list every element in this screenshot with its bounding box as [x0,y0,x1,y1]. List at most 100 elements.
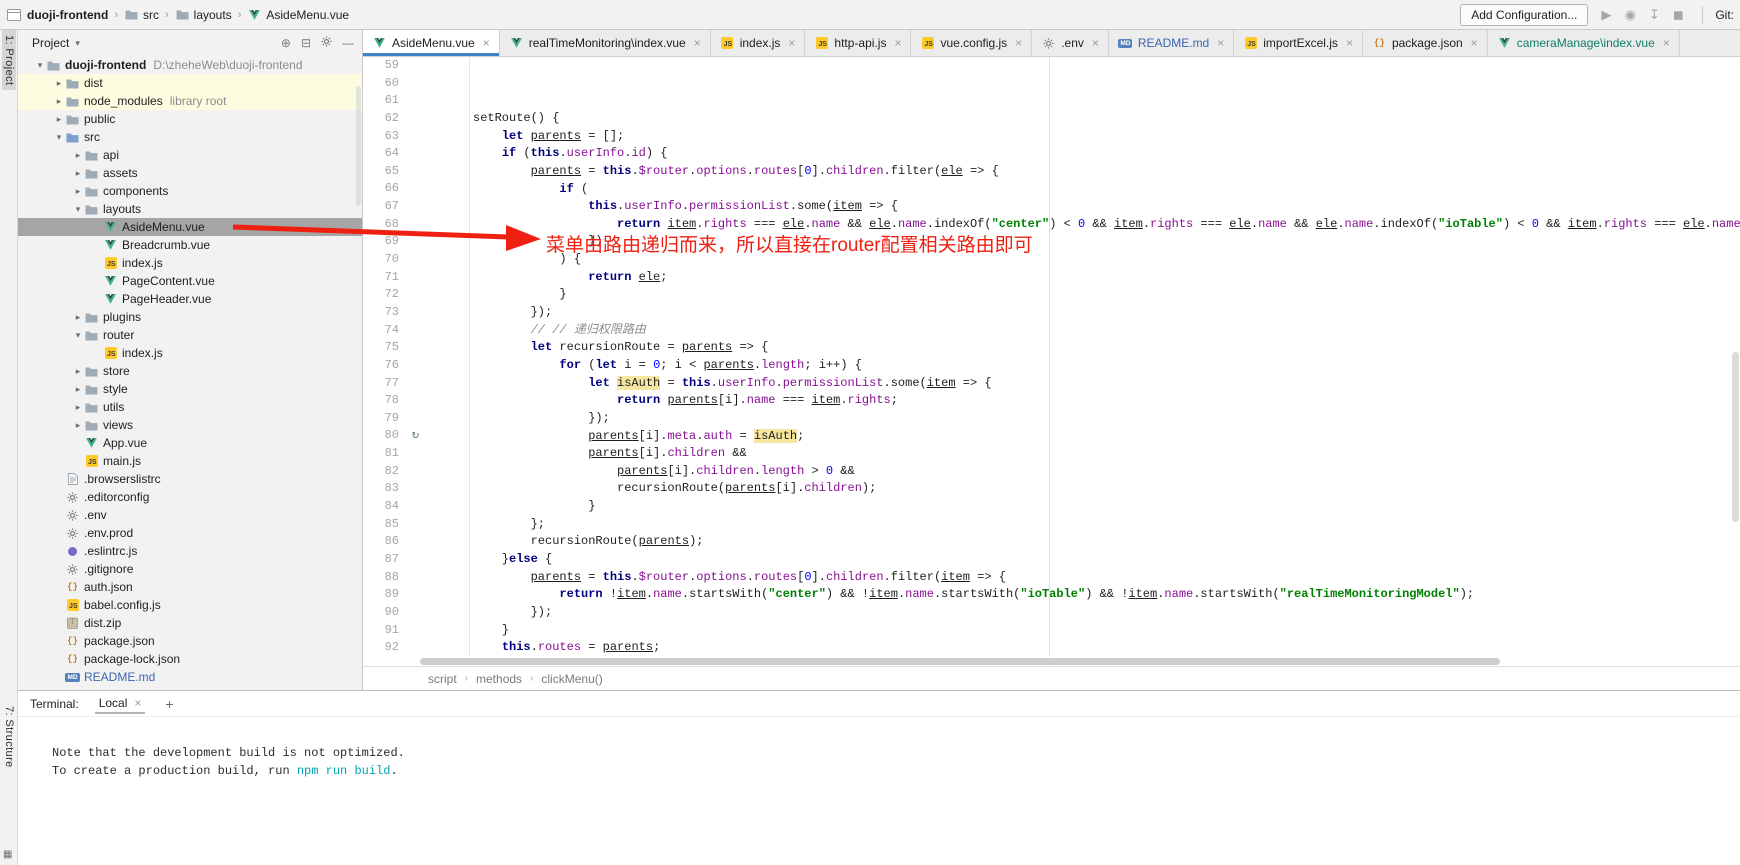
code-line-68[interactable]: return ele; [473,269,1740,287]
code-line-87[interactable]: }); [473,604,1740,622]
tab-http-api-js[interactable]: JShttp-api.js× [805,30,911,56]
code-line-69[interactable]: } [473,286,1740,304]
chevron-right-icon[interactable]: ▸ [72,384,84,395]
new-terminal-button[interactable]: + [161,696,177,712]
gutter-line-79[interactable]: 79 [363,410,469,428]
gutter-line-86[interactable]: 86 [363,533,469,551]
debug-icon[interactable]: ◉ [1618,7,1642,23]
chevron-right-icon[interactable]: ▸ [72,150,84,161]
gutter-line-71[interactable]: 71 [363,269,469,287]
hide-icon[interactable]: — [342,36,354,50]
tab-env[interactable]: .env× [1032,30,1109,56]
tree-item-style[interactable]: ▸style [18,380,362,398]
code-line-83[interactable]: recursionRoute(parents); [473,533,1740,551]
code-line-89[interactable]: this.routes = parents; [473,639,1740,657]
tool-window-button-structure[interactable]: 7: Structure [2,701,16,773]
gutter-line-69[interactable]: 69 [363,233,469,251]
code-line-85[interactable]: parents = this.$router.options.routes[0]… [473,569,1740,587]
tree-item-src[interactable]: ▾src [18,128,362,146]
tree-item-editorconfig[interactable]: .editorconfig [18,488,362,506]
locate-icon[interactable]: ⊕ [281,36,291,50]
close-icon[interactable]: × [894,36,901,50]
add-configuration-button[interactable]: Add Configuration... [1460,4,1588,26]
chevron-right-icon[interactable]: ▸ [72,186,84,197]
tab-realtimemonitoring-index-vue[interactable]: realTimeMonitoring\index.vue× [500,30,711,56]
code-line-81[interactable]: } [473,498,1740,516]
tab-vue-config-js[interactable]: JSvue.config.js× [911,30,1032,56]
tree-item-api[interactable]: ▸api [18,146,362,164]
tree-item-node-modules[interactable]: ▸node_moduleslibrary root [18,92,362,110]
gutter-line-59[interactable]: 59 [363,57,469,75]
gutter-line-61[interactable]: 61 [363,92,469,110]
chevron-right-icon[interactable]: ▸ [53,114,65,125]
chevron-down-icon[interactable]: ▾ [34,60,46,71]
chevron-down-icon[interactable]: ▾ [72,204,84,215]
code-line-65[interactable]: return item.rights === ele.name && ele.n… [473,216,1740,234]
tree-item-eslintrc-js[interactable]: .eslintrc.js [18,542,362,560]
tab-package-json[interactable]: {}package.json× [1363,30,1488,56]
tool-window-button-project[interactable]: 1: Project [2,30,16,90]
chevron-down-icon[interactable]: ▾ [53,132,65,143]
gutter-line-60[interactable]: 60 [363,75,469,93]
code-line-74[interactable]: let isAuth = this.userInfo.permissionLis… [473,375,1740,393]
tree-item-main-js[interactable]: JSmain.js [18,452,362,470]
tree-item-app-vue[interactable]: App.vue [18,434,362,452]
gutter-line-74[interactable]: 74 [363,322,469,340]
gutter-line-72[interactable]: 72 [363,286,469,304]
tree-item-plugins[interactable]: ▸plugins [18,308,362,326]
code-line-82[interactable]: }; [473,516,1740,534]
tree-item-pageheader-vue[interactable]: PageHeader.vue [18,290,362,308]
tab-index-js[interactable]: JSindex.js× [711,30,806,56]
chevron-right-icon[interactable]: ▸ [72,168,84,179]
tab-importexcel-js[interactable]: JSimportExcel.js× [1234,30,1363,56]
editor-breadcrumb-item-methods[interactable]: methods [476,672,522,686]
tree-item-public[interactable]: ▸public [18,110,362,128]
gutter-line-68[interactable]: 68 [363,216,469,234]
tab-cameramanage-index-vue[interactable]: cameraManage\index.vue× [1488,30,1680,56]
code-line-71[interactable]: // // 递归权限路由 [473,322,1740,340]
code-line-73[interactable]: for (let i = 0; i < parents.length; i++)… [473,357,1740,375]
play-icon[interactable]: ▶ [1594,7,1618,23]
code-line-59[interactable]: setRoute() { [473,110,1740,128]
editor-breadcrumb-item-clickmenu[interactable]: clickMenu() [541,672,602,686]
close-icon[interactable]: × [694,36,701,50]
close-icon[interactable]: × [483,36,490,50]
code-line-78[interactable]: parents[i].children && [473,445,1740,463]
code-line-66[interactable]: }) [473,233,1740,251]
code-line-86[interactable]: return !item.name.startsWith("center") &… [473,586,1740,604]
gutter-line-92[interactable]: 92 [363,639,469,657]
tree-item-breadcrumb-vue[interactable]: Breadcrumb.vue [18,236,362,254]
close-icon[interactable]: × [1217,36,1224,50]
tree-item-package-json[interactable]: {}package.json [18,632,362,650]
tree-item-env-prod[interactable]: .env.prod [18,524,362,542]
gutter-line-80[interactable]: ↻80 [363,427,469,445]
code-line-75[interactable]: return parents[i].name === item.rights; [473,392,1740,410]
code-line-60[interactable]: let parents = []; [473,128,1740,146]
breadcrumb-item-layouts[interactable]: layouts [175,8,232,22]
code-line-62[interactable]: parents = this.$router.options.routes[0]… [473,163,1740,181]
code-line-63[interactable]: if ( [473,181,1740,199]
project-view-selector[interactable]: Project [32,36,69,50]
tree-item-router[interactable]: ▾router [18,326,362,344]
stop-icon[interactable]: ◼ [1666,7,1690,23]
tree-item-assets[interactable]: ▸assets [18,164,362,182]
gutter-line-84[interactable]: 84 [363,498,469,516]
tree-item-readme-md[interactable]: MDREADME.md [18,668,362,686]
breadcrumb-item-duoji-frontend[interactable]: duoji-frontend [27,8,108,22]
code-line-67[interactable]: ) { [473,251,1740,269]
tree-item-layouts[interactable]: ▾layouts [18,200,362,218]
tree-item-components[interactable]: ▸components [18,182,362,200]
tree-item-package-lock-json[interactable]: {}package-lock.json [18,650,362,668]
gutter-line-87[interactable]: 87 [363,551,469,569]
close-icon[interactable]: × [1663,36,1670,50]
tree-item-dist[interactable]: ▸dist [18,74,362,92]
gutter-line-78[interactable]: 78 [363,392,469,410]
tree-item-duoji-frontend[interactable]: ▾duoji-frontendD:\zheheWeb\duoji-fronten… [18,56,362,74]
code-line-64[interactable]: this.userInfo.permissionList.some(item =… [473,198,1740,216]
tree-item-pagecontent-vue[interactable]: PageContent.vue [18,272,362,290]
close-icon[interactable]: × [1471,36,1478,50]
tree-item-store[interactable]: ▸store [18,362,362,380]
gutter-line-62[interactable]: 62 [363,110,469,128]
close-icon[interactable]: × [1346,36,1353,50]
gutter-line-91[interactable]: 91 [363,622,469,640]
